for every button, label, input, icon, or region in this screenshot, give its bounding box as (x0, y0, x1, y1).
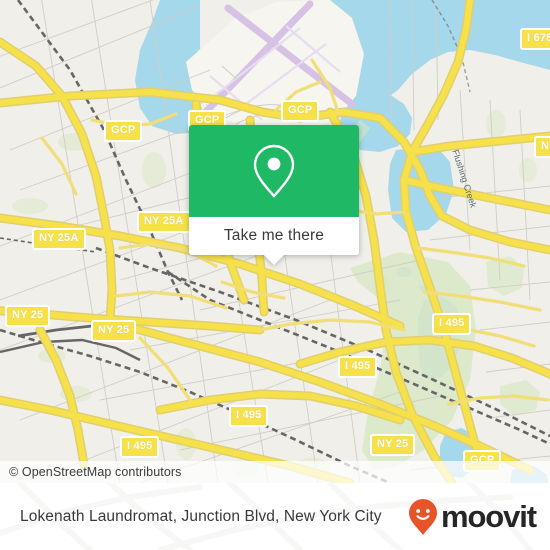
moovit-logo[interactable]: moovit (408, 498, 537, 536)
moovit-pin-smile-icon (408, 498, 437, 535)
map-attribution: © OpenStreetMap contributors (0, 461, 550, 483)
road-shield-i495-r1: I 495 (432, 313, 472, 335)
road-shield-gcp-1: GCP (104, 120, 143, 142)
road-shield-ny25a-2: NY 25A (137, 211, 191, 233)
popup-green-banner (189, 125, 359, 217)
road-shield-ny25-b: NY 25 (370, 434, 416, 456)
moovit-wordmark: moovit (440, 499, 537, 534)
road-shield-gcp-3: GCP (281, 100, 320, 122)
map-canvas[interactable]: Flushing Creek GCPGCPGCPI 678NY 25NY 25A… (0, 0, 550, 483)
location-popup-card[interactable]: Take me there (189, 125, 359, 265)
road-shield-ny25-r: NY 25 (534, 136, 550, 158)
map-pin-icon (253, 144, 295, 198)
road-shield-i678: I 678 (520, 28, 550, 50)
road-shield-ny25-l: NY 25 (5, 305, 51, 327)
attribution-text: © OpenStreetMap contributors (9, 465, 182, 479)
road-shield-i495-c: I 495 (338, 356, 378, 378)
road-shield-i495-l: I 495 (120, 436, 160, 458)
take-me-there-button[interactable]: Take me there (189, 217, 359, 255)
place-title: Lokenath Laundromat, Junction Blvd, New … (20, 507, 382, 525)
moovit-map-screenshot: Flushing Creek GCPGCPGCPI 678NY 25NY 25A… (0, 0, 550, 550)
footer-bar: Lokenath Laundromat, Junction Blvd, New … (0, 483, 550, 550)
popup-pointer (263, 254, 285, 265)
road-shield-ny25a-1: NY 25A (32, 228, 86, 250)
road-shield-i495-b: I 495 (229, 405, 269, 427)
road-shield-ny25-c: NY 25 (91, 320, 137, 342)
